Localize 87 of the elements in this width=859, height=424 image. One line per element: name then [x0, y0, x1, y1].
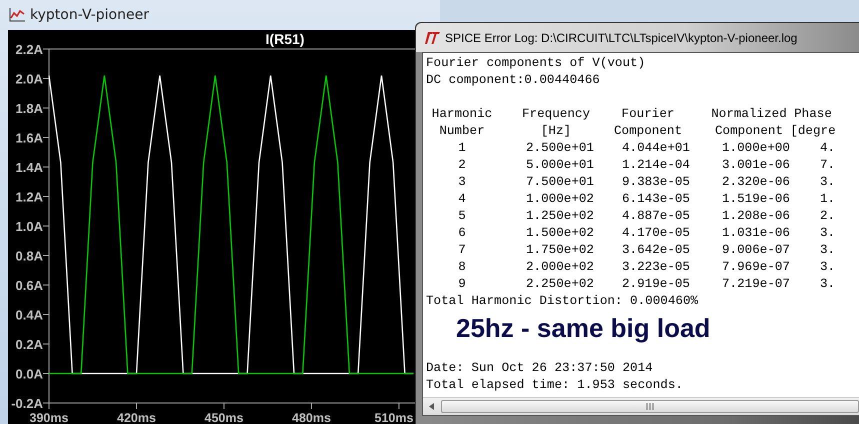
table-cell-text: 3 [457, 174, 467, 191]
table-cell-text: 1.250e+02 [524, 208, 594, 225]
table-cell-text: 2.500e+01 [524, 140, 594, 157]
table-cell-text: 1.031e-06 [720, 225, 790, 242]
column-header: Phase [793, 106, 833, 123]
x-axis-label: 480ms [292, 411, 331, 424]
column-header: Number [438, 123, 486, 140]
table-cell-text: 3. [819, 259, 836, 276]
window-title: kypton-V-pioneer [30, 7, 149, 23]
y-axis-label: 0.8A [16, 248, 43, 264]
table-cell-text: 3. [819, 225, 836, 242]
table-cell-text: 3.001e-06 [720, 157, 790, 174]
x-axis-label: 420ms [117, 411, 156, 424]
table-cell-text: 6.143e-05 [620, 191, 690, 208]
table-cell-text: 7 [457, 242, 467, 259]
log-line: Date: Sun Oct 26 23:37:50 2014 [426, 360, 654, 377]
y-axis-label: 2.0A [16, 72, 43, 86]
column-header: [degre [790, 123, 836, 140]
y-axis-label: -0.2A [11, 396, 43, 411]
scrollbar-thumb[interactable] [441, 400, 859, 413]
table-cell-text: 1 [457, 140, 467, 157]
table-cell-text: 4. [819, 140, 836, 157]
y-axis-label: 1.8A [16, 101, 43, 116]
table-cell-text: 3.642e-05 [620, 242, 690, 259]
table-cell-text: 1.000e+02 [524, 191, 594, 208]
table-cell-text: 7. [819, 157, 836, 174]
table-cell-text: 2. [819, 208, 836, 225]
x-axis-label: 450ms [204, 411, 244, 424]
y-axis-label: 2.2A [16, 42, 43, 57]
table-cell-text: 1.000e+00 [720, 140, 790, 157]
table-cell-text: 1.208e-06 [720, 208, 790, 225]
y-axis-label: 0.2A [16, 337, 43, 352]
chart-icon [9, 8, 25, 22]
x-axis-label: 390ms [30, 411, 68, 424]
horizontal-scrollbar[interactable] [423, 397, 859, 415]
log-line: Total Harmonic Distortion: 0.000460% [426, 293, 700, 310]
column-header: Fourier [620, 106, 676, 123]
table-cell-text: 1. [819, 191, 836, 208]
table-cell-text: 2 [457, 157, 467, 174]
log-line: Fourier components of V(vout) [426, 55, 646, 72]
table-cell-text: 3. [819, 174, 836, 191]
log-line: Total elapsed time: 1.953 seconds. [426, 377, 684, 394]
table-cell-text: 4.887e-05 [620, 208, 690, 225]
column-header: [Hz] [540, 123, 572, 140]
table-cell-text: 4.044e+01 [620, 140, 690, 157]
table-cell-text: 2.000e+02 [524, 259, 594, 276]
annotation-text: 25hz - same big load [455, 312, 712, 345]
table-cell-text: 7.969e-07 [720, 259, 790, 276]
log-line: DC component:0.00440466 [426, 72, 601, 89]
table-cell-text: 7.500e+01 [524, 174, 594, 191]
table-cell-text: 2.250e+02 [524, 276, 594, 293]
table-cell-text: 4.170e-05 [620, 225, 690, 242]
table-cell-text: 6 [457, 225, 467, 242]
table-cell-text: 2.320e-06 [720, 174, 790, 191]
column-header: Frequency [520, 106, 592, 123]
y-axis-label: 1.6A [16, 130, 43, 146]
table-cell-text: 2.919e-05 [620, 276, 690, 293]
y-axis-label: 0.4A [16, 308, 43, 322]
grip-icon [646, 403, 654, 410]
column-header: Harmonic [430, 106, 494, 123]
table-cell-text: 5 [457, 208, 467, 225]
table-cell-text: 9 [457, 276, 467, 293]
table-cell-text: 3. [819, 276, 836, 293]
scroll-left-icon[interactable] [428, 403, 434, 410]
table-cell-text: 5.000e+01 [524, 157, 594, 174]
y-axis-label: 1.0A [16, 219, 43, 234]
table-cell-text: 9.006e-07 [720, 242, 790, 259]
y-axis-label: 0.0A [16, 366, 43, 382]
y-axis-label: 1.4A [16, 160, 43, 175]
table-cell-text: 3.223e-05 [620, 259, 690, 276]
column-header: Component [714, 123, 784, 140]
table-cell-text: 1.519e-06 [720, 191, 790, 208]
column-header: Normalized [710, 106, 788, 123]
column-header: Component [612, 123, 684, 140]
chart-title: I(R51) [266, 31, 304, 47]
table-cell-text: 1.500e+02 [524, 225, 594, 242]
table-cell-text: 1.750e+02 [524, 242, 594, 259]
table-cell-text: 4 [457, 191, 467, 208]
y-axis-label: 0.6A [16, 278, 43, 293]
table-cell-text: 1.214e-04 [620, 157, 690, 174]
y-axis-label: 1.2A [16, 190, 43, 204]
table-cell-text: 8 [457, 259, 467, 276]
x-axis-label: 510ms [374, 411, 414, 424]
table-cell-text: 7.219e-07 [720, 276, 790, 293]
table-cell-text: 3. [819, 242, 836, 259]
table-cell-text: 9.383e-05 [620, 174, 690, 191]
window-title: SPICE Error Log: D:\CIRCUIT\LTC\LTspiceIV\kypton-V-pioneer.log [445, 30, 798, 44]
